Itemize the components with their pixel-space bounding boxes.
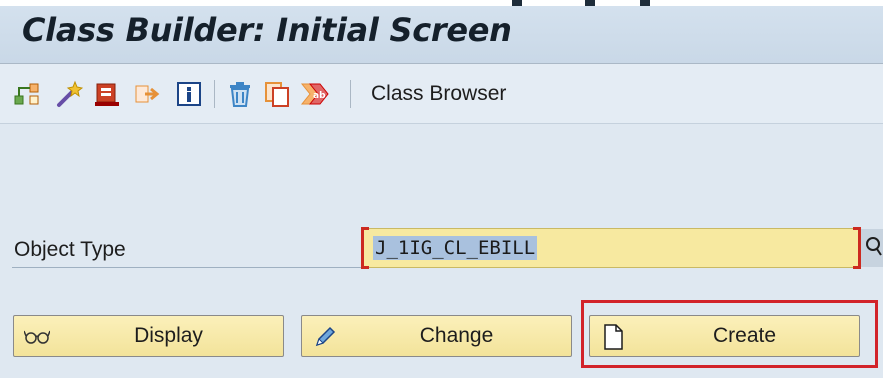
main-content: Object Type J_1IG_CL_EBILL Display Chang… bbox=[0, 125, 883, 378]
wizard-wand-icon[interactable] bbox=[54, 79, 84, 109]
toolbar-separator bbox=[214, 80, 215, 108]
page-title: Class Builder: Initial Screen bbox=[22, 11, 512, 49]
application-toolbar: ab Class Browser bbox=[0, 64, 883, 124]
object-type-value: J_1IG_CL_EBILL bbox=[373, 236, 538, 260]
display-button-label: Display bbox=[134, 324, 203, 347]
required-field-bracket-left bbox=[361, 227, 369, 269]
display-button[interactable]: Display bbox=[13, 315, 284, 357]
search-icon bbox=[864, 235, 882, 262]
title-bar: Class Builder: Initial Screen bbox=[0, 6, 883, 64]
toolbar-separator bbox=[350, 80, 351, 108]
object-type-input[interactable]: J_1IG_CL_EBILL bbox=[362, 228, 859, 268]
svg-text:ab: ab bbox=[313, 91, 326, 101]
glasses-icon bbox=[24, 324, 50, 350]
class-browser-button[interactable]: Class Browser bbox=[371, 82, 506, 106]
inheritance-hierarchy-icon[interactable] bbox=[12, 79, 42, 109]
label-underline bbox=[12, 267, 362, 268]
value-help-button[interactable] bbox=[861, 229, 883, 267]
required-field-bracket-right bbox=[853, 227, 861, 269]
change-button[interactable]: Change bbox=[301, 315, 572, 357]
transport-icon[interactable] bbox=[132, 79, 162, 109]
pencil-icon bbox=[312, 324, 338, 350]
rename-icon[interactable]: ab bbox=[300, 79, 330, 109]
delete-icon[interactable] bbox=[225, 79, 255, 109]
object-type-label: Object Type bbox=[14, 238, 126, 261]
enhance-object-icon[interactable] bbox=[92, 79, 122, 109]
info-icon[interactable] bbox=[174, 79, 204, 109]
change-button-label: Change bbox=[419, 324, 494, 347]
create-highlight-annotation bbox=[581, 300, 878, 368]
copy-icon[interactable] bbox=[262, 79, 292, 109]
